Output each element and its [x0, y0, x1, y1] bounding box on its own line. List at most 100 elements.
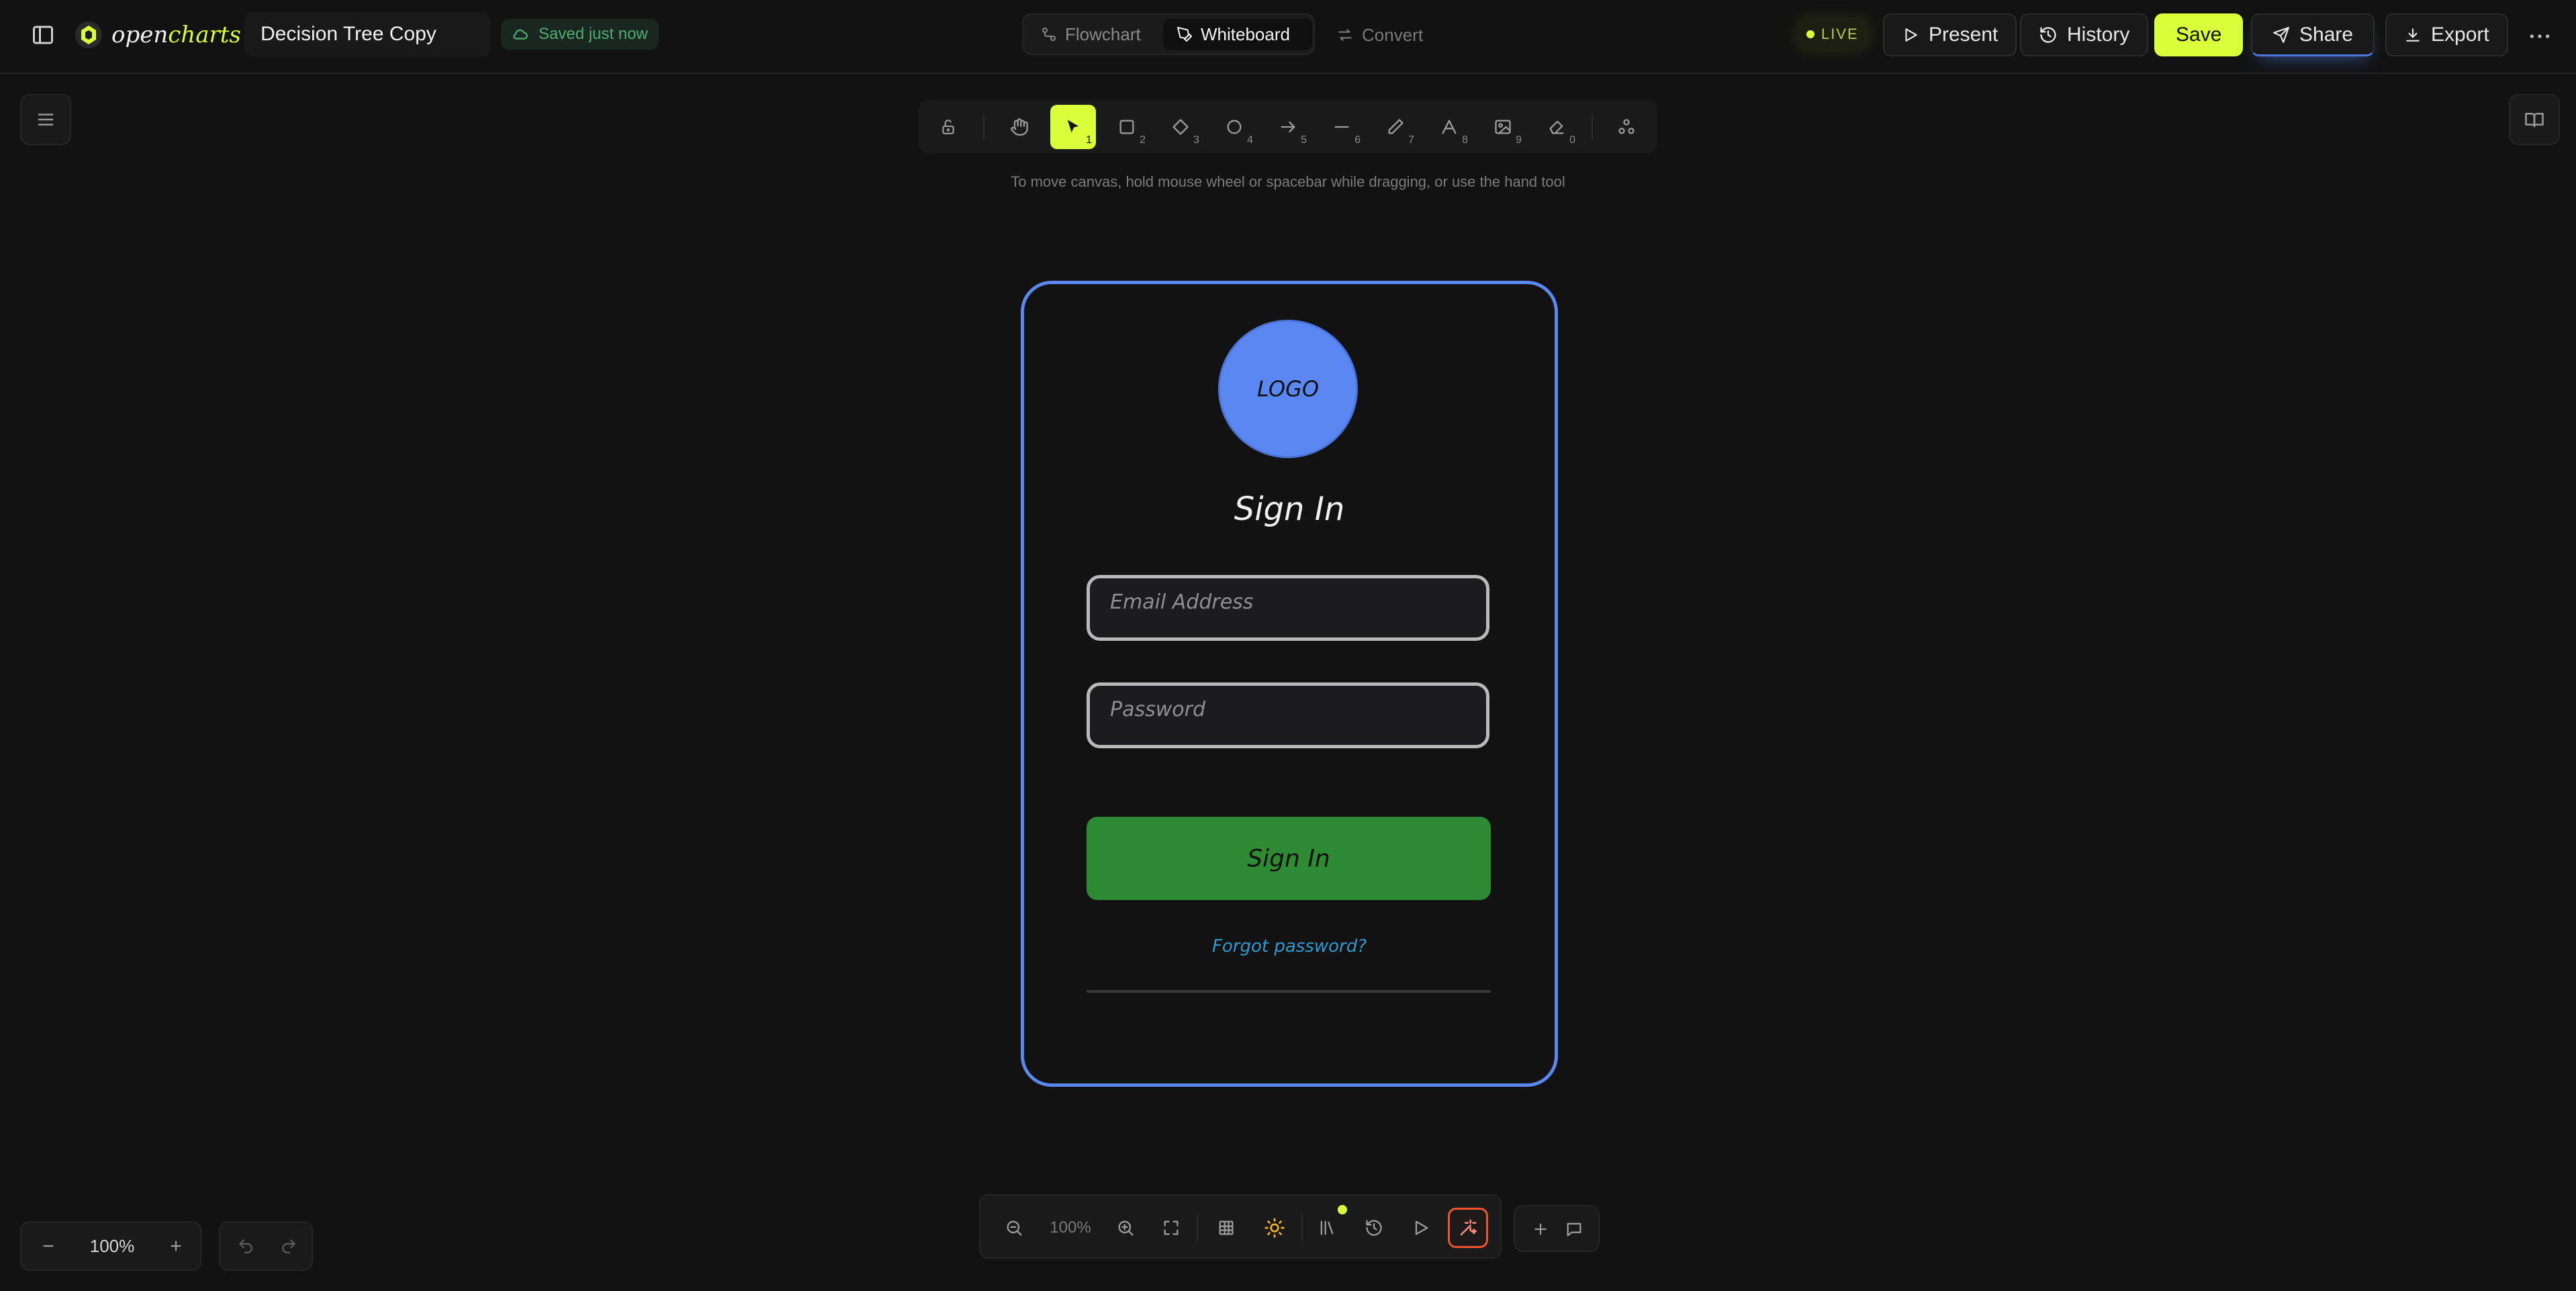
- canvas-hint: To move canvas, hold mouse wheel or spac…: [1011, 173, 1565, 190]
- pencil-icon: [1388, 119, 1404, 134]
- zoom-out-icon: [1007, 1220, 1022, 1236]
- redo-button[interactable]: [271, 1229, 306, 1263]
- zoom-in-button-center[interactable]: [1108, 1210, 1143, 1245]
- redo-icon: [282, 1239, 295, 1253]
- draw-tool[interactable]: 7: [1373, 105, 1418, 149]
- add-button[interactable]: [1523, 1212, 1558, 1247]
- zoom-out-button[interactable]: [31, 1229, 66, 1263]
- sketch-email-field[interactable]: Email Address: [1087, 575, 1489, 641]
- live-badge: LIVE: [1797, 19, 1868, 50]
- top-bar: opencharts Decision Tree Copy Saved just…: [0, 0, 2576, 74]
- zoom-in-button[interactable]: [158, 1229, 193, 1263]
- share-button[interactable]: Share: [2251, 13, 2375, 56]
- magic-wand-icon: [1460, 1219, 1477, 1236]
- undo-button[interactable]: [228, 1229, 263, 1263]
- comment-button[interactable]: [1557, 1212, 1592, 1247]
- sketch-password-field[interactable]: Password: [1087, 682, 1489, 748]
- zoom-level-center[interactable]: 100%: [1036, 1218, 1105, 1237]
- undo-redo-controls: [219, 1221, 313, 1271]
- convert-button[interactable]: Convert: [1336, 21, 1423, 48]
- fullscreen-icon: [1164, 1220, 1179, 1235]
- canvas-menu-button[interactable]: [20, 94, 71, 145]
- fit-to-screen-button[interactable]: [1154, 1210, 1189, 1245]
- image-tool[interactable]: 9: [1480, 105, 1526, 149]
- grid-toggle-button[interactable]: [1209, 1210, 1244, 1245]
- zoom-in-icon: [1118, 1220, 1134, 1236]
- sun-icon: [1264, 1218, 1285, 1238]
- square-icon: [1119, 120, 1134, 134]
- present-button[interactable]: Present: [1883, 13, 2017, 56]
- drawing-toolbar: 1 2 3 4 5 6 7 8 9 0: [919, 99, 1657, 153]
- arrow-tool[interactable]: 5: [1265, 105, 1311, 149]
- comment-icon: [1567, 1222, 1581, 1237]
- rectangle-tool[interactable]: 2: [1104, 105, 1150, 149]
- hand-tool[interactable]: [997, 105, 1042, 149]
- zoom-out-button-center[interactable]: [997, 1210, 1031, 1245]
- book-open-icon: [2525, 113, 2544, 128]
- history-button-bottom[interactable]: [1356, 1210, 1391, 1245]
- history-icon: [2040, 27, 2056, 43]
- download-icon: [2406, 28, 2420, 42]
- sketch-divider[interactable]: [1087, 990, 1491, 993]
- library-button[interactable]: [1309, 1210, 1344, 1245]
- sketch-logo-circle[interactable]: LOGO: [1218, 320, 1358, 458]
- save-button[interactable]: Save: [2154, 13, 2244, 56]
- history-icon: [1366, 1220, 1382, 1236]
- minus-icon: [43, 1245, 54, 1247]
- sketch-forgot-link[interactable]: Forgot password?: [1088, 936, 1491, 956]
- save-status-badge: Saved just now: [501, 19, 659, 50]
- play-icon: [1905, 28, 1917, 42]
- sketch-heading[interactable]: Sign In: [1088, 490, 1491, 528]
- shapes-icon: [1618, 119, 1635, 134]
- tab-whiteboard[interactable]: Whiteboard: [1163, 19, 1312, 50]
- plus-icon: [171, 1241, 181, 1251]
- circle-icon: [1227, 120, 1242, 134]
- sketch-logo-label: LOGO: [1256, 376, 1319, 402]
- hand-icon: [1011, 118, 1028, 136]
- ellipse-tool[interactable]: 4: [1211, 105, 1257, 149]
- lock-tool[interactable]: [925, 105, 971, 149]
- diamond-icon: [1172, 119, 1189, 135]
- unlock-icon: [942, 120, 954, 134]
- live-dot-icon: [1806, 30, 1814, 38]
- text-icon: [1442, 120, 1457, 134]
- history-button[interactable]: History: [2020, 13, 2149, 56]
- document-title[interactable]: Decision Tree Copy: [244, 12, 490, 56]
- line-icon: [1334, 126, 1349, 128]
- theme-toggle-button[interactable]: [1257, 1210, 1292, 1245]
- app-logo[interactable]: opencharts: [74, 19, 241, 51]
- ai-assist-button[interactable]: [1448, 1208, 1488, 1248]
- sketch-signin-label: Sign In: [1247, 844, 1330, 873]
- present-button-bottom[interactable]: [1404, 1210, 1438, 1245]
- logo-wordmark: opencharts: [111, 21, 241, 48]
- logo-mark-icon: [75, 21, 102, 48]
- selection-tool[interactable]: 1: [1050, 105, 1096, 149]
- line-tool[interactable]: 6: [1319, 105, 1365, 149]
- arrow-right-icon: [1281, 121, 1295, 133]
- play-icon: [1415, 1220, 1428, 1235]
- more-options-icon[interactable]: [2526, 23, 2553, 50]
- menu-icon: [38, 114, 54, 126]
- add-comment-bar: [1514, 1205, 1600, 1252]
- plus-icon: [1534, 1223, 1547, 1235]
- cloud-icon: [513, 29, 528, 40]
- eraser-tool[interactable]: 0: [1534, 105, 1579, 149]
- library-panel-button[interactable]: [2509, 94, 2560, 145]
- zoom-controls: 100%: [20, 1221, 201, 1271]
- text-tool[interactable]: 8: [1426, 105, 1472, 149]
- sidebar-toggle-icon[interactable]: [31, 23, 55, 47]
- tab-flowchart[interactable]: Flowchart: [1027, 19, 1162, 50]
- sketch-signin-button[interactable]: Sign In: [1087, 817, 1491, 900]
- diamond-tool[interactable]: 3: [1158, 105, 1203, 149]
- flowchart-icon: [1042, 28, 1056, 41]
- pen-tool-icon: [1177, 27, 1192, 42]
- send-icon: [2273, 26, 2289, 43]
- zoom-level[interactable]: 100%: [73, 1236, 152, 1257]
- extra-tools[interactable]: [1604, 105, 1649, 149]
- undo-icon: [239, 1239, 252, 1253]
- export-button[interactable]: Export: [2385, 13, 2508, 56]
- grid-icon: [1219, 1220, 1234, 1235]
- image-icon: [1495, 120, 1511, 134]
- mode-switcher: Flowchart Whiteboard: [1022, 13, 1315, 55]
- library-icon: [1320, 1220, 1334, 1235]
